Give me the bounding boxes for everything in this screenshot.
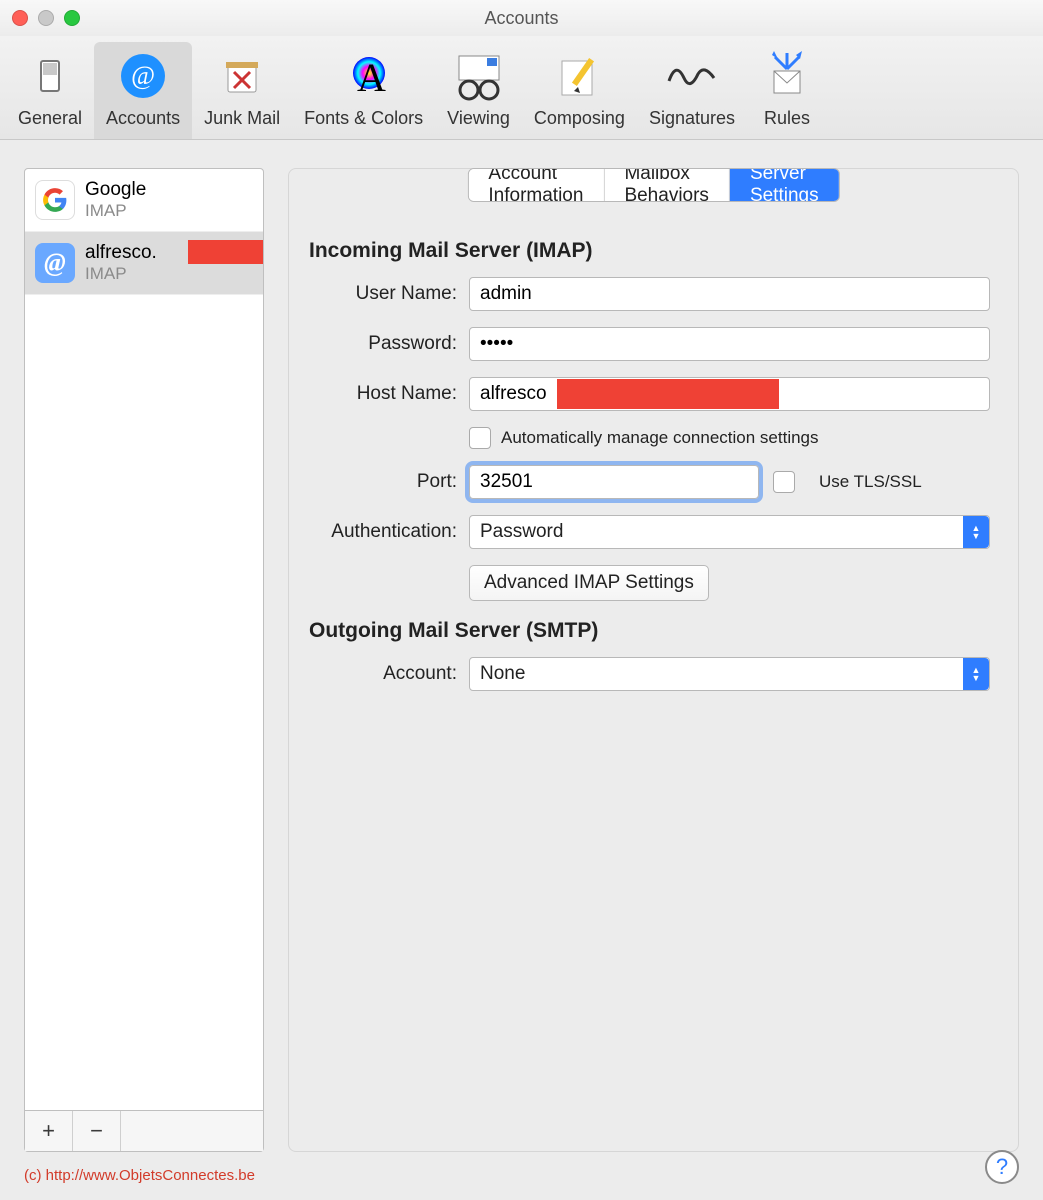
toolbar-accounts[interactable]: @ Accounts (94, 42, 192, 139)
window-controls (12, 10, 80, 26)
account-row-google[interactable]: Google IMAP (25, 169, 263, 232)
toolbar-signatures[interactable]: Signatures (637, 42, 747, 139)
smtp-account-select[interactable]: None ▲▼ (469, 657, 990, 691)
auto-manage-checkbox[interactable] (469, 427, 491, 449)
viewing-icon (451, 48, 507, 104)
port-label: Port: (305, 471, 469, 493)
toolbar-junk-mail[interactable]: Junk Mail (192, 42, 292, 139)
sidebar-footer: + − (25, 1110, 263, 1151)
account-subtype: IMAP (85, 201, 146, 221)
toolbar-label: General (18, 108, 82, 129)
settings-tabs: Account Information Mailbox Behaviors Se… (467, 168, 839, 202)
toolbar-label: Junk Mail (204, 108, 280, 129)
toolbar-label: Composing (534, 108, 625, 129)
account-text: alfresco. IMAP (85, 242, 157, 284)
advanced-imap-button[interactable]: Advanced IMAP Settings (469, 565, 709, 601)
account-name: Google (85, 179, 146, 201)
toolbar-viewing[interactable]: Viewing (435, 42, 522, 139)
row-username: User Name: (305, 277, 990, 311)
close-icon[interactable] (12, 10, 28, 26)
chevron-updown-icon: ▲▼ (963, 516, 989, 548)
row-auto-manage: Automatically manage connection settings (305, 427, 990, 449)
row-hostname: Host Name: (305, 377, 990, 411)
at-icon: @ (35, 243, 75, 283)
row-password: Password: (305, 327, 990, 361)
svg-text:@: @ (131, 61, 155, 90)
tab-label: Account Information (488, 168, 583, 202)
tab-label: Mailbox Behaviors (624, 168, 709, 202)
content-area: Google IMAP @ alfresco. IMAP + − Account… (0, 140, 1043, 1170)
add-account-button[interactable]: + (25, 1111, 73, 1151)
row-authentication: Authentication: Password ▲▼ (305, 515, 990, 549)
hostname-label: Host Name: (305, 383, 469, 405)
google-icon (35, 180, 75, 220)
username-label: User Name: (305, 283, 469, 305)
toolbar-label: Fonts & Colors (304, 108, 423, 129)
copyright-note: (c) http://www.ObjetsConnectes.be (24, 1167, 255, 1184)
account-text: Google IMAP (85, 179, 146, 221)
fonts-colors-icon: A (336, 48, 392, 104)
redaction-block (188, 240, 263, 264)
junk-mail-icon (214, 48, 270, 104)
tab-label: Server Settings (750, 168, 819, 202)
smtp-account-value: None (480, 663, 525, 685)
toolbar-label: Viewing (447, 108, 510, 129)
auto-manage-label: Automatically manage connection settings (501, 428, 819, 448)
composing-icon (551, 48, 607, 104)
tab-account-information[interactable]: Account Information (468, 169, 604, 201)
toolbar-label: Rules (764, 108, 810, 129)
rules-icon (759, 48, 815, 104)
remove-account-button[interactable]: − (73, 1111, 121, 1151)
tls-checkbox[interactable] (773, 471, 795, 493)
detail-panel: Account Information Mailbox Behaviors Se… (288, 168, 1019, 1152)
incoming-heading: Incoming Mail Server (IMAP) (309, 239, 990, 263)
row-smtp-account: Account: None ▲▼ (305, 657, 990, 691)
accounts-icon: @ (115, 48, 171, 104)
username-input[interactable] (469, 277, 990, 311)
accounts-sidebar: Google IMAP @ alfresco. IMAP + − (24, 168, 264, 1152)
auth-label: Authentication: (305, 521, 469, 543)
server-settings-form: Incoming Mail Server (IMAP) User Name: P… (289, 169, 1018, 727)
outgoing-heading: Outgoing Mail Server (SMTP) (309, 619, 990, 643)
zoom-icon[interactable] (64, 10, 80, 26)
toolbar-label: Signatures (649, 108, 735, 129)
toolbar-rules[interactable]: Rules (747, 42, 827, 139)
port-input[interactable] (469, 465, 759, 499)
redaction-block (557, 379, 779, 409)
account-name: alfresco. (85, 242, 157, 264)
minimize-icon[interactable] (38, 10, 54, 26)
chevron-updown-icon: ▲▼ (963, 658, 989, 690)
tab-mailbox-behaviors[interactable]: Mailbox Behaviors (604, 169, 730, 201)
row-port: Port: Use TLS/SSL (305, 465, 990, 499)
smtp-account-label: Account: (305, 663, 469, 685)
preferences-toolbar: General @ Accounts Junk Mail A Fonts & C… (0, 36, 1043, 140)
password-input[interactable] (469, 327, 990, 361)
account-row-alfresco[interactable]: @ alfresco. IMAP (25, 232, 263, 295)
titlebar: Accounts (0, 0, 1043, 36)
password-label: Password: (305, 333, 469, 355)
toolbar-fonts-colors[interactable]: A Fonts & Colors (292, 42, 435, 139)
toolbar-general[interactable]: General (6, 42, 94, 139)
toolbar-label: Accounts (106, 108, 180, 129)
help-button[interactable]: ? (985, 1150, 1019, 1184)
svg-text:A: A (357, 55, 386, 100)
row-advanced: Advanced IMAP Settings (305, 565, 990, 601)
general-icon (22, 48, 78, 104)
auth-value: Password (480, 521, 563, 543)
toolbar-composing[interactable]: Composing (522, 42, 637, 139)
accounts-list: Google IMAP @ alfresco. IMAP (25, 169, 263, 1110)
signatures-icon (664, 48, 720, 104)
tab-server-settings[interactable]: Server Settings (730, 169, 839, 201)
auth-select[interactable]: Password ▲▼ (469, 515, 990, 549)
account-subtype: IMAP (85, 264, 157, 284)
tls-label: Use TLS/SSL (819, 472, 922, 492)
window-title: Accounts (0, 8, 1043, 29)
